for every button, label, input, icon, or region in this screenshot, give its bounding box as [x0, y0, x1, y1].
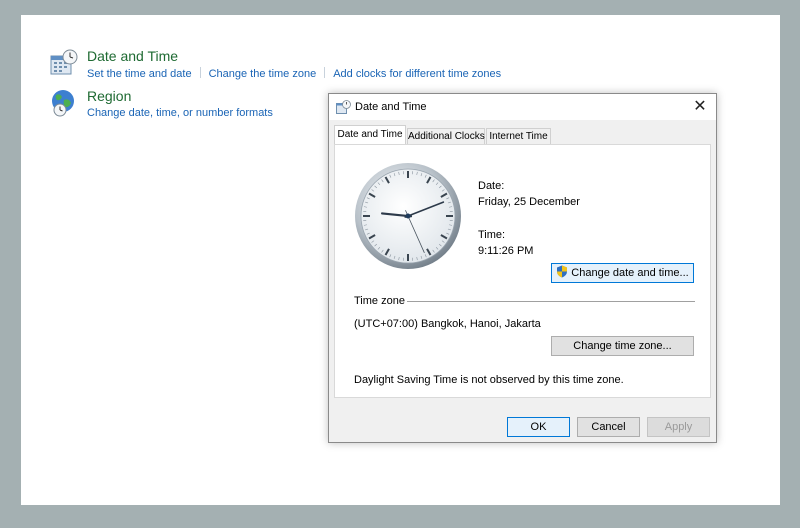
tab-date-and-time[interactable]: Date and Time: [334, 125, 406, 144]
date-value: Friday, 25 December: [478, 196, 580, 208]
link-change-formats[interactable]: Change date, time, or number formats: [87, 107, 273, 119]
tab-additional-clocks[interactable]: Additional Clocks: [407, 128, 485, 145]
cp-region-title[interactable]: Region: [87, 88, 131, 104]
time-zone-divider: [407, 301, 695, 302]
link-set-time-date[interactable]: Set the time and date: [87, 68, 192, 80]
tab-page-date-time: Date: Friday, 25 December Time: 9:11:26 …: [334, 144, 711, 398]
apply-button[interactable]: Apply: [647, 417, 710, 437]
globe-clock-icon: [52, 90, 74, 117]
date-time-dialog: Date and Time ✕ Date and Time Additional…: [328, 93, 717, 443]
dialog-title: Date and Time: [355, 101, 427, 113]
tab-internet-time[interactable]: Internet Time: [486, 128, 551, 145]
cp-item-date-time: Date and Time Set the time and date Chang…: [49, 48, 529, 82]
link-separator: [324, 67, 326, 78]
close-icon[interactable]: ✕: [690, 97, 710, 117]
cp-region-links: Change date, time, or number formats: [87, 107, 273, 119]
analog-clock: [355, 163, 461, 269]
link-change-time-zone[interactable]: Change the time zone: [209, 68, 317, 80]
clock-center: [405, 213, 411, 219]
link-separator: [199, 67, 201, 78]
uac-shield-icon: [557, 265, 568, 278]
ok-button[interactable]: OK: [507, 417, 570, 437]
cancel-button[interactable]: Cancel: [577, 417, 640, 437]
cp-date-time-links: Set the time and date Change the time zon…: [87, 67, 501, 80]
time-label: Time:: [478, 229, 506, 241]
time-value: 9:11:26 PM: [478, 245, 534, 257]
cp-date-time-title[interactable]: Date and Time: [87, 48, 178, 64]
change-date-time-label: Change date and time...: [571, 267, 689, 279]
date-time-small-icon: [336, 100, 351, 114]
date-label: Date:: [478, 180, 505, 192]
dst-note: Daylight Saving Time is not observed by …: [354, 374, 624, 386]
cp-item-region: Region Change date, time, or number form…: [49, 88, 349, 122]
time-zone-value: (UTC+07:00) Bangkok, Hanoi, Jakarta: [354, 318, 541, 330]
change-date-time-button[interactable]: Change date and time...: [551, 263, 694, 283]
change-time-zone-button[interactable]: Change time zone...: [551, 336, 694, 356]
calendar-clock-icon: [50, 49, 78, 75]
dialog-titlebar[interactable]: Date and Time ✕: [329, 94, 716, 120]
time-zone-header: Time zone: [354, 295, 405, 307]
link-add-clocks[interactable]: Add clocks for different time zones: [333, 68, 501, 80]
